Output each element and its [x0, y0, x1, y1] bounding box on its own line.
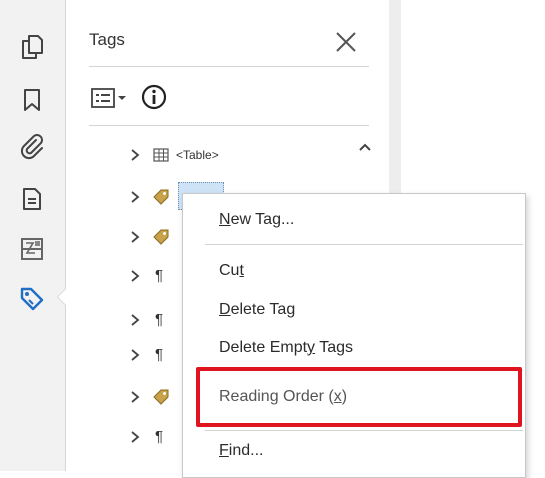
- context-menu: New Tag... Cut Delete Tag Delete Empty T…: [182, 193, 526, 478]
- scroll-up-icon: [359, 143, 371, 151]
- chevron-right-icon[interactable]: [128, 269, 142, 283]
- paragraph-icon: ¶: [155, 346, 164, 363]
- bookmark-icon: [24, 89, 40, 111]
- tree-row-paragraph[interactable]: ¶: [128, 423, 163, 451]
- menu-item-find[interactable]: Find...: [219, 442, 263, 460]
- chevron-right-icon[interactable]: [128, 348, 142, 362]
- chevron-right-icon[interactable]: [128, 190, 142, 204]
- menu-item-delete-tag[interactable]: Delete Tag: [219, 301, 295, 319]
- paragraph-icon: ¶: [155, 267, 164, 284]
- document-properties-icon: [23, 188, 41, 210]
- close-panel-button[interactable]: [332, 28, 360, 56]
- chevron-right-icon[interactable]: [128, 230, 142, 244]
- info-button[interactable]: [141, 84, 167, 110]
- attachments-button[interactable]: [17, 132, 47, 162]
- options-menu-button[interactable]: [90, 86, 130, 110]
- menu-item-label: Delete Empt: [219, 339, 308, 356]
- menu-item-new-tag[interactable]: New Tag...: [219, 211, 294, 229]
- paragraph-icon: ¶: [155, 428, 164, 445]
- tree-row-table[interactable]: <Table>: [128, 141, 219, 169]
- panel-title: Tags: [89, 30, 125, 49]
- menu-separator: [205, 430, 523, 431]
- tree-row-paragraph[interactable]: ¶: [128, 306, 163, 334]
- menu-item-accelerator: y: [307, 339, 316, 356]
- options-menu-icon: [91, 88, 126, 108]
- tree-row-paragraph[interactable]: ¶: [128, 262, 163, 290]
- tag-icon: [153, 189, 169, 205]
- document-properties-button[interactable]: [17, 184, 47, 214]
- tree-row-tag[interactable]: [128, 383, 170, 411]
- annotation-highlight-box: [196, 367, 522, 427]
- panel-header-divider: [89, 66, 369, 67]
- close-icon: [336, 32, 356, 52]
- pages-icon: [22, 35, 43, 59]
- tree-row-tag[interactable]: [128, 183, 170, 211]
- tag-icon: [153, 229, 169, 245]
- info-icon: [141, 84, 167, 110]
- content-button[interactable]: [17, 234, 47, 264]
- menu-item-accelerator: N: [219, 211, 231, 228]
- tree-row-tag[interactable]: [128, 223, 170, 251]
- table-icon: [153, 148, 169, 162]
- menu-separator: [205, 244, 523, 245]
- tags-icon: [20, 287, 44, 311]
- bookmarks-button[interactable]: [17, 85, 47, 115]
- menu-item-accelerator: D: [219, 301, 231, 318]
- content-icon: [21, 238, 43, 260]
- pages-button[interactable]: [17, 32, 47, 62]
- tags-button[interactable]: [17, 284, 47, 314]
- panel-toolbar-divider: [89, 125, 369, 126]
- menu-item-label: ew Tag...: [230, 211, 295, 228]
- menu-item-label: ind...: [228, 442, 264, 459]
- chevron-right-icon[interactable]: [128, 313, 142, 327]
- menu-item-label: Tags: [315, 339, 353, 356]
- attachment-icon: [20, 134, 43, 160]
- menu-item-cut[interactable]: Cut: [219, 262, 244, 280]
- chevron-right-icon[interactable]: [128, 148, 142, 162]
- menu-item-accelerator: t: [239, 262, 244, 279]
- menu-item-label: Cu: [219, 262, 240, 279]
- chevron-right-icon[interactable]: [128, 430, 142, 444]
- navigation-rail: [0, 0, 67, 471]
- menu-item-label: elete Tag: [230, 301, 296, 318]
- tree-row-paragraph[interactable]: ¶: [128, 341, 163, 369]
- paragraph-icon: ¶: [155, 311, 164, 328]
- tag-icon: [153, 389, 169, 405]
- menu-item-delete-empty-tags[interactable]: Delete Empty Tags: [219, 339, 353, 357]
- tree-row-label: <Table>: [176, 148, 219, 162]
- scroll-up-button[interactable]: [357, 140, 373, 156]
- chevron-right-icon[interactable]: [128, 390, 142, 404]
- menu-item-accelerator: F: [219, 442, 229, 459]
